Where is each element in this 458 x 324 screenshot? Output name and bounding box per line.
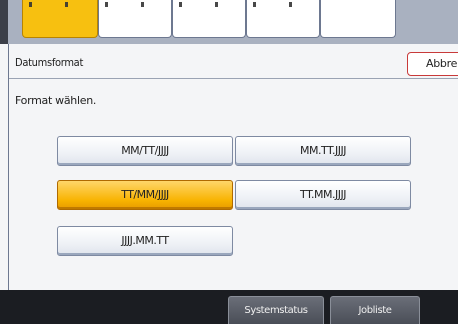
tab-5[interactable] — [320, 0, 396, 38]
tab-label-partial — [105, 2, 165, 7]
cancel-button[interactable]: Abbre — [407, 52, 458, 76]
instruction-text: Format wählen. — [15, 94, 97, 107]
tab-label-partial — [253, 2, 313, 7]
page-title: Datumsformat — [15, 56, 84, 69]
title-bar: Datumsformat Abbre — [9, 48, 458, 79]
format-option-tt-mm-jjjj-dot[interactable]: TT.MM.JJJJ — [235, 180, 411, 210]
system-status-button[interactable]: Systemstatus — [228, 296, 324, 324]
job-list-button[interactable]: Jobliste — [330, 296, 420, 324]
format-option-mm-tt-jjjj-slash[interactable]: MM/TT/JJJJ — [57, 136, 233, 166]
bottom-bar: Systemstatus Jobliste — [0, 290, 458, 324]
tab-active[interactable] — [22, 0, 98, 38]
tab-3[interactable] — [172, 0, 246, 38]
date-format-panel: Datumsformat Abbre Format wählen. MM/TT/… — [8, 44, 458, 290]
tab-4[interactable] — [246, 0, 320, 38]
left-edge-bar — [0, 0, 8, 44]
screen: Datumsformat Abbre Format wählen. MM/TT/… — [0, 0, 458, 324]
format-option-mm-tt-jjjj-dot[interactable]: MM.TT.JJJJ — [235, 136, 411, 166]
format-option-jjjj-mm-tt[interactable]: JJJJ.MM.TT — [57, 226, 233, 256]
tab-2[interactable] — [98, 0, 172, 38]
tab-label-partial — [179, 2, 239, 7]
tab-label-partial — [29, 2, 91, 7]
top-tab-strip — [0, 0, 458, 44]
format-option-tt-mm-jjjj-slash[interactable]: TT/MM/JJJJ — [57, 180, 233, 210]
